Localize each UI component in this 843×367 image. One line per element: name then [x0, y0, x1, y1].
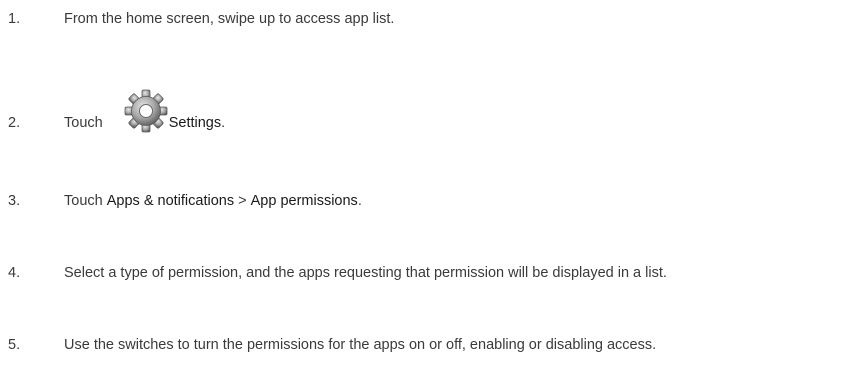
step-5: 5. Use the switches to turn the permissi… [0, 335, 843, 355]
step-number: 1. [8, 11, 21, 27]
step-number: 5. [8, 337, 21, 353]
step-number: 4. [8, 265, 21, 281]
apps-notifications-label: Apps & notifications [106, 193, 235, 209]
step-2: 2. Touch Settings . [0, 89, 843, 133]
step-number: 2. [8, 115, 21, 131]
gear-icon [123, 88, 169, 134]
step-prefix: Touch [64, 115, 103, 131]
step-suffix: . [221, 115, 226, 131]
step-number: 3. [8, 193, 21, 209]
path-separator: > [234, 193, 251, 209]
step-content: Touch Settings . [64, 89, 226, 146]
step-3: 3. Touch Apps & notifications > App perm… [0, 191, 843, 211]
step-content: Touch Apps & notifications > App permiss… [64, 193, 362, 209]
app-permissions-label: App permissions [250, 193, 358, 209]
settings-label: Settings [168, 115, 222, 131]
step-1: 1. From the home screen, swipe up to acc… [0, 9, 843, 29]
step-4: 4. Select a type of permission, and the … [0, 263, 843, 283]
step-text: Use the switches to turn the permissions… [64, 337, 657, 353]
step-prefix: Touch [64, 193, 107, 209]
step-suffix: . [357, 193, 362, 209]
step-text: From the home screen, swipe up to access… [64, 11, 395, 27]
step-text: Select a type of permission, and the app… [64, 265, 667, 281]
